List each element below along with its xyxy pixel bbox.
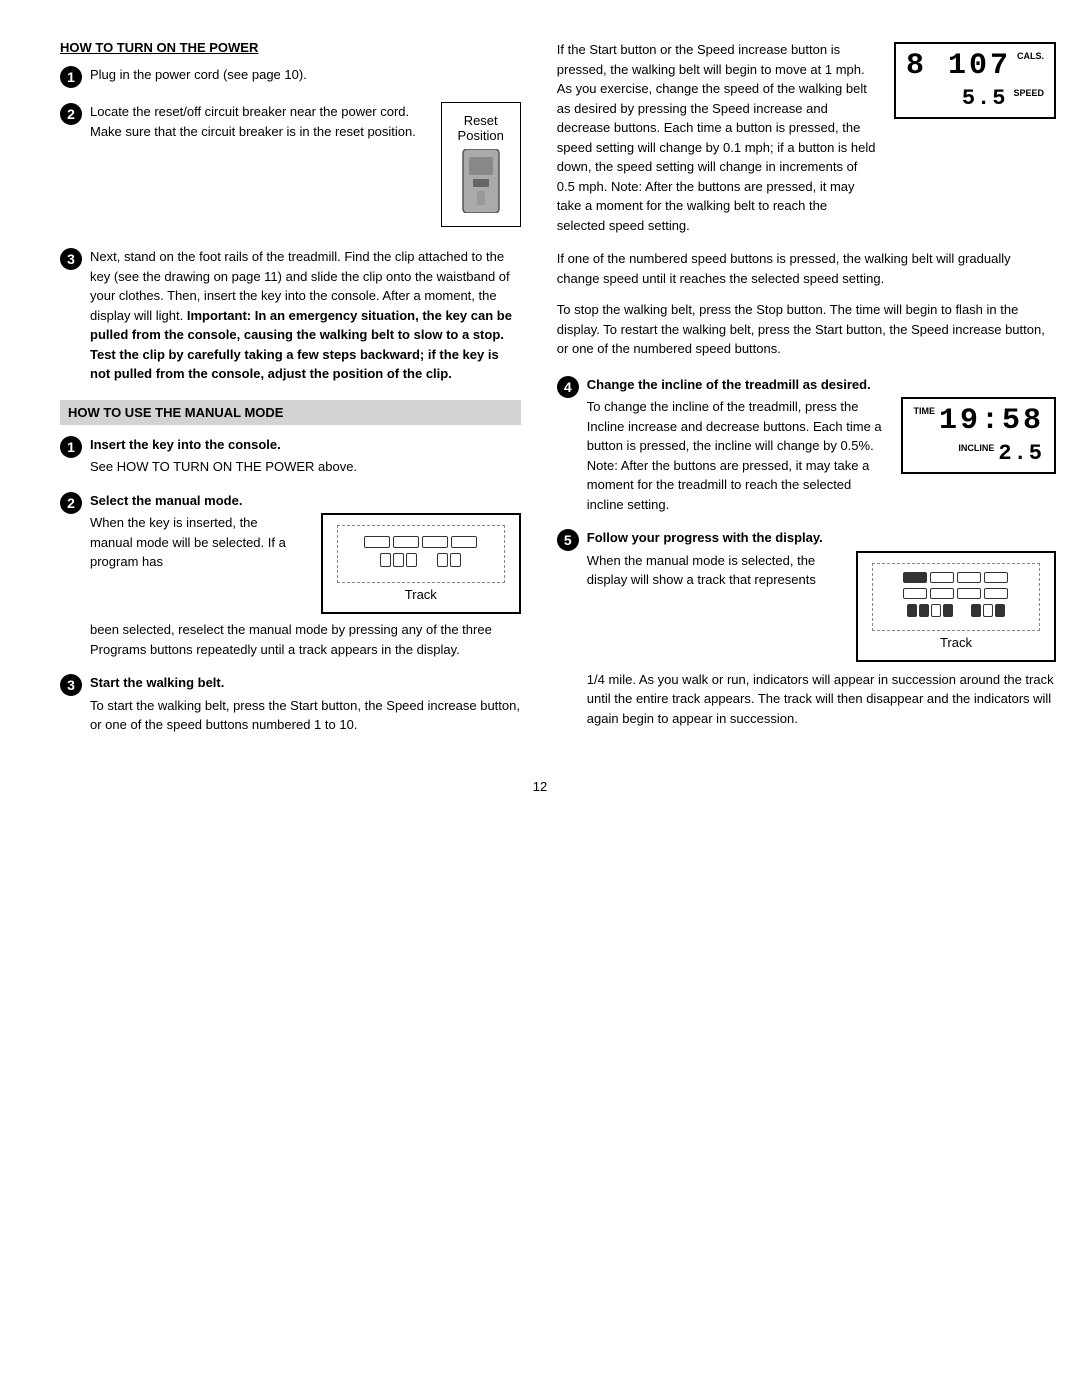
track-display-2: Track [856,551,1056,662]
section-manual-header: HOW TO USE THE MANUAL MODE [60,400,521,425]
track-label-2: Track [872,635,1040,650]
section-power-header: HOW TO TURN ON THE POWER [60,40,521,55]
right-step-4-content: Change the incline of the treadmill as d… [587,375,1056,515]
power-step-3: 3 Next, stand on the foot rails of the t… [60,247,521,384]
power-step-3-text: Next, stand on the foot rails of the tre… [90,247,521,384]
right-para-3: To stop the walking belt, press the Stop… [557,300,1056,359]
right-step-5-text-after: 1/4 mile. As you walk or run, indicators… [587,670,1056,729]
step-num-2: 2 [60,103,82,125]
manual-step-num-1: 1 [60,436,82,458]
page: HOW TO TURN ON THE POWER 1 Plug in the p… [60,40,1020,794]
manual-step-2-text-before: When the key is inserted, the manual mod… [90,513,287,572]
power-step-1-content: Plug in the power cord (see page 10). [90,65,521,85]
right-step-num-5: 5 [557,529,579,551]
track-label-1: Track [337,587,505,602]
power-step-2-content: Reset Position Locate the reset/off circ… [90,102,521,233]
manual-step-2-text-after: been selected, reselect the manual mode … [90,620,521,659]
manual-step-2-content: Select the manual mode. When the key is … [90,491,521,660]
manual-step-1-text: See HOW TO TURN ON THE POWER above. [90,457,521,477]
incline-time-label: TIME [913,405,935,417]
left-column: HOW TO TURN ON THE POWER 1 Plug in the p… [60,40,521,749]
power-step-3-important: Important: [187,308,251,323]
incline-time-num: 19:58 [939,405,1044,438]
right-step-5: 5 Follow your progress with the display.… [557,528,1056,728]
reset-icon [459,149,503,213]
display-cals-num: 8 107 [906,50,1011,83]
right-step-4-title: Change the incline of the treadmill as d… [587,375,1056,395]
right-step-5-text-before: When the manual mode is selected, the di… [587,551,820,590]
reset-diagram: Reset Position [441,102,521,227]
power-step-3-content: Next, stand on the foot rails of the tre… [90,247,521,384]
manual-step-3-content: Start the walking belt. To start the wal… [90,673,521,735]
power-step-1: 1 Plug in the power cord (see page 10). [60,65,521,88]
manual-step-2: 2 Select the manual mode. When the key i… [60,491,521,660]
reset-label-2: Position [458,128,504,143]
manual-step-num-3: 3 [60,674,82,696]
display-cals-label: CALS. [1017,50,1044,62]
manual-step-num-2: 2 [60,492,82,514]
display-calories-speed: 8 107 CALS. 5.5 SPEED [894,42,1056,119]
manual-step-3: 3 Start the walking belt. To start the w… [60,673,521,735]
right-step-4: 4 Change the incline of the treadmill as… [557,375,1056,515]
section-power: HOW TO TURN ON THE POWER 1 Plug in the p… [60,40,521,384]
reset-label-1: Reset [458,113,504,128]
display-speed-label: SPEED [1013,87,1044,99]
right-para-2: If one of the numbered speed buttons is … [557,249,1056,288]
page-number: 12 [60,779,1020,794]
right-para-1: If the Start button or the Speed increas… [557,40,878,235]
incline-display: TIME 19:58 INCLINE 2.5 [901,397,1056,474]
section-manual: HOW TO USE THE MANUAL MODE 1 Insert the … [60,400,521,735]
manual-step-2-title: Select the manual mode. [90,491,521,511]
right-step-num-4: 4 [557,376,579,398]
power-step-2: 2 Reset Position [60,102,521,233]
display-speed-num: 5.5 [962,87,1008,111]
incline-label: INCLINE [958,442,994,454]
step-num-1: 1 [60,66,82,88]
manual-step-1: 1 Insert the key into the console. See H… [60,435,521,477]
power-step-1-text: Plug in the power cord (see page 10). [90,65,521,85]
manual-step-3-title: Start the walking belt. [90,673,521,693]
step-num-3: 3 [60,248,82,270]
right-step-5-content: Follow your progress with the display. W… [587,528,1056,728]
track-display-1: Track [321,513,521,614]
manual-step-1-content: Insert the key into the console. See HOW… [90,435,521,477]
manual-step-1-title: Insert the key into the console. [90,435,521,455]
right-column: If the Start button or the Speed increas… [557,40,1056,749]
incline-num: 2.5 [998,442,1044,466]
manual-step-3-text: To start the walking belt, press the Sta… [90,696,521,735]
right-step-5-title: Follow your progress with the display. [587,528,1056,548]
